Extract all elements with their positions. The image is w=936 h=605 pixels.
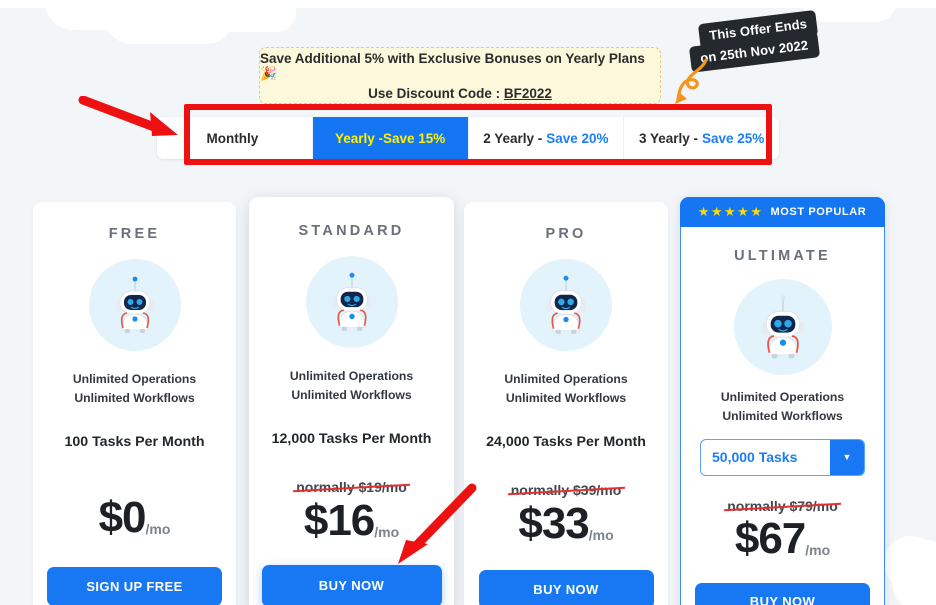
feature-pro-2: Unlimited Workflows: [505, 390, 627, 405]
price-free: $0: [98, 492, 147, 542]
feature-pro-1: Unlimited Operations: [504, 372, 628, 386]
tab-2-yearly-save: Save 20%: [546, 130, 609, 146]
buy-now-button-pro[interactable]: BUY NOW: [478, 569, 654, 605]
tab-3-yearly-label: 3 Yearly -: [638, 130, 698, 146]
tab-yearly-save: Save 15%: [382, 130, 446, 146]
tab-2-yearly[interactable]: 2 Yearly - Save 20%: [468, 117, 625, 159]
most-popular-badge: ★★★★★ MOST POPULAR: [679, 196, 885, 227]
most-popular-label: MOST POPULAR: [770, 205, 867, 218]
tab-monthly-label: Monthly: [206, 130, 259, 146]
cloud-top-left-c: [196, 0, 296, 32]
tab-yearly[interactable]: Yearly - Save 15%: [312, 117, 469, 159]
promo-line-2: Use Discount Code : BF2022: [368, 86, 552, 101]
feature-ultimate-2: Unlimited Workflows: [722, 408, 843, 423]
price-suffix-ultimate: /mo: [805, 541, 831, 558]
feature-standard-2: Unlimited Workflows: [291, 387, 412, 402]
price-suffix-pro: /mo: [588, 526, 614, 543]
pricing-card-free[interactable]: FREE Unlimited Operations Unlimited Work…: [33, 202, 236, 605]
sign-up-free-button[interactable]: SIGN UP FREE: [47, 566, 222, 605]
feature-free-2: Unlimited Workflows: [74, 390, 195, 405]
tab-2-yearly-label: 2 Yearly -: [483, 130, 543, 146]
price-pro: $33: [518, 498, 589, 548]
tasks-select-value: 50,000 Tasks: [712, 449, 798, 466]
chevron-down-icon[interactable]: ▼: [830, 439, 864, 475]
curved-arrow-icon: [675, 58, 708, 104]
tasks-free: 100 Tasks Per Month: [64, 433, 205, 450]
tab-monthly[interactable]: Monthly: [157, 117, 313, 159]
plan-name-free: FREE: [108, 226, 161, 242]
pricing-card-standard[interactable]: STANDARD Unlimited Operations Unlimited …: [249, 197, 454, 605]
pricing-card-pro[interactable]: PRO Unlimited Operations Unlimited Workf…: [464, 202, 668, 605]
pricing-page: This Offer Ends on 25th Nov 2022 Save Ad…: [0, 0, 936, 605]
plan-name-ultimate: ULTIMATE: [734, 248, 831, 264]
tasks-select-ultimate[interactable]: 50,000 Tasks ▼: [700, 438, 865, 476]
tasks-standard: 12,000 Tasks Per Month: [271, 430, 432, 447]
robot-icon-standard: [305, 256, 398, 348]
price-ultimate: $67: [734, 513, 806, 563]
tab-3-yearly-save: Save 25%: [702, 130, 765, 146]
tab-3-yearly[interactable]: 3 Yearly - Save 25%: [624, 117, 779, 159]
billing-period-tabs[interactable]: Monthly Yearly - Save 15% 2 Yearly - Sav…: [157, 117, 779, 159]
original-price-pro: normally $39/mo: [510, 481, 622, 498]
feature-free-1: Unlimited Operations: [72, 372, 197, 386]
plan-name-pro: PRO: [545, 226, 587, 242]
cloud-top-right-a: [802, 0, 898, 22]
promo-line-1: Save Additional 5% with Exclusive Bonuse…: [260, 50, 645, 81]
price-suffix-standard: /mo: [374, 523, 400, 540]
buy-now-button-standard[interactable]: BUY NOW: [261, 564, 442, 605]
robot-icon-pro: [520, 259, 612, 351]
buy-now-button-ultimate[interactable]: BUY NOW: [695, 582, 870, 605]
promo-banner: Save Additional 5% with Exclusive Bonuse…: [259, 47, 661, 104]
feature-ultimate-1: Unlimited Operations: [720, 389, 845, 404]
plan-name-standard: STANDARD: [298, 223, 405, 239]
price-suffix-free: /mo: [145, 520, 171, 537]
feature-standard-1: Unlimited Operations: [289, 369, 414, 383]
robot-icon-free: [88, 259, 181, 351]
tab-yearly-label: Yearly -: [334, 130, 383, 146]
price-standard: $16: [303, 495, 375, 545]
tasks-pro: 24,000 Tasks Per Month: [486, 433, 646, 450]
original-price-ultimate: normally $79/mo: [727, 497, 838, 514]
pricing-card-ultimate[interactable]: ★★★★★ MOST POPULAR ULTIMATE Unlimited Op…: [679, 196, 885, 605]
original-price-standard: normally $19/mo: [296, 478, 407, 495]
robot-icon-ultimate: [733, 279, 832, 375]
discount-code[interactable]: BF2022: [504, 86, 552, 101]
star-rating-icon: ★★★★★: [697, 203, 764, 219]
promo-code-prefix: Use Discount Code :: [368, 85, 504, 101]
